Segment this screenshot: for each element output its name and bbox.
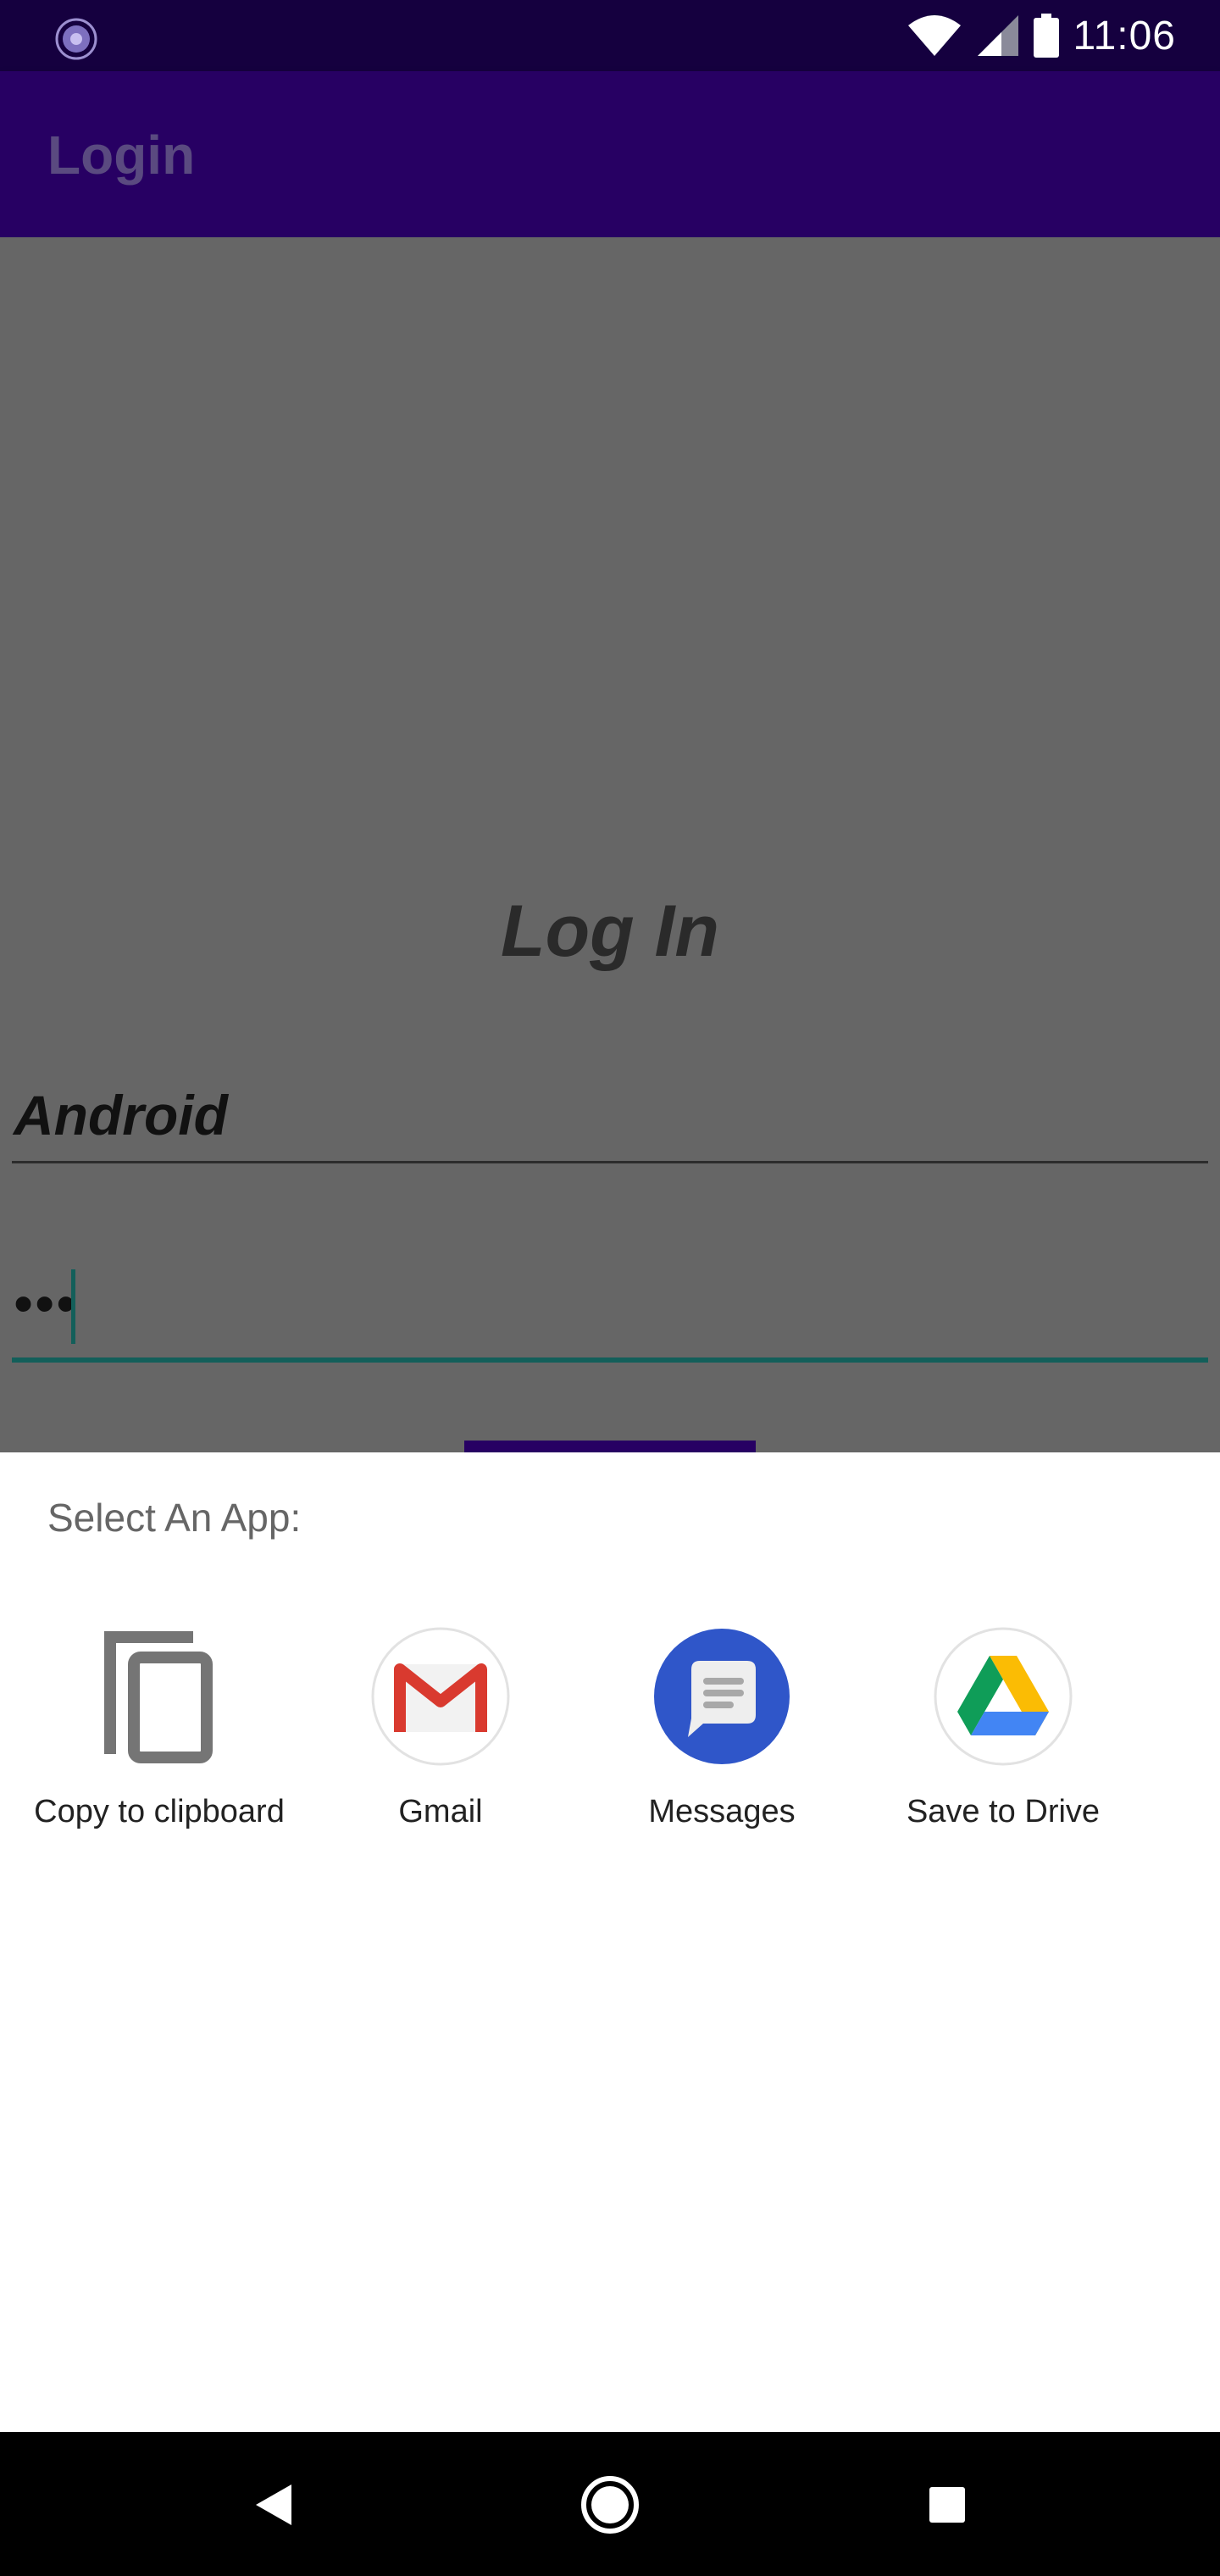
share-target-label: Messages [648, 1794, 796, 1829]
text-cursor [71, 1269, 75, 1344]
app-status-icon [55, 18, 97, 60]
share-targets: Copy to clipboard Gmail Messages Save to… [19, 1627, 1181, 1832]
drive-icon [934, 1627, 1073, 1766]
share-target-copy[interactable]: Copy to clipboard [19, 1627, 300, 1832]
share-target-drive[interactable]: Save to Drive [862, 1627, 1144, 1832]
battery-icon [1034, 14, 1060, 58]
password-field[interactable]: ••• [12, 1268, 1208, 1363]
cell-signal-icon [978, 15, 1019, 56]
recents-icon[interactable] [910, 2468, 984, 2542]
share-target-gmail[interactable]: Gmail [300, 1627, 581, 1832]
wifi-icon [908, 15, 962, 56]
app-bar: Login [0, 71, 1220, 237]
navigation-bar [0, 2432, 1220, 2576]
share-target-label: Save to Drive [906, 1794, 1101, 1829]
login-form-scrim[interactable]: Log In Android ••• [0, 237, 1220, 1452]
status-time: 11:06 [1073, 13, 1176, 58]
share-target-label: Gmail [398, 1794, 483, 1829]
app-bar-title: Login [47, 125, 196, 186]
messages-icon [652, 1627, 791, 1766]
back-icon[interactable] [236, 2468, 310, 2542]
share-target-label: Copy to clipboard [34, 1794, 285, 1829]
username-field[interactable]: Android [12, 1076, 1208, 1163]
login-heading: Log In [501, 891, 719, 972]
share-sheet: Select An App: Copy to clipboard Gmail M… [0, 1452, 1220, 2432]
gmail-icon [371, 1627, 510, 1766]
share-target-messages[interactable]: Messages [581, 1627, 862, 1832]
status-icons: 11:06 [907, 0, 1176, 71]
status-bar: 11:06 [0, 0, 1220, 71]
home-icon[interactable] [573, 2468, 647, 2542]
username-value: Android [14, 1084, 228, 1146]
share-sheet-title: Select An App: [47, 1496, 302, 1540]
copy-icon [90, 1627, 229, 1766]
password-value: ••• [14, 1272, 78, 1335]
login-button[interactable] [464, 1441, 756, 1452]
